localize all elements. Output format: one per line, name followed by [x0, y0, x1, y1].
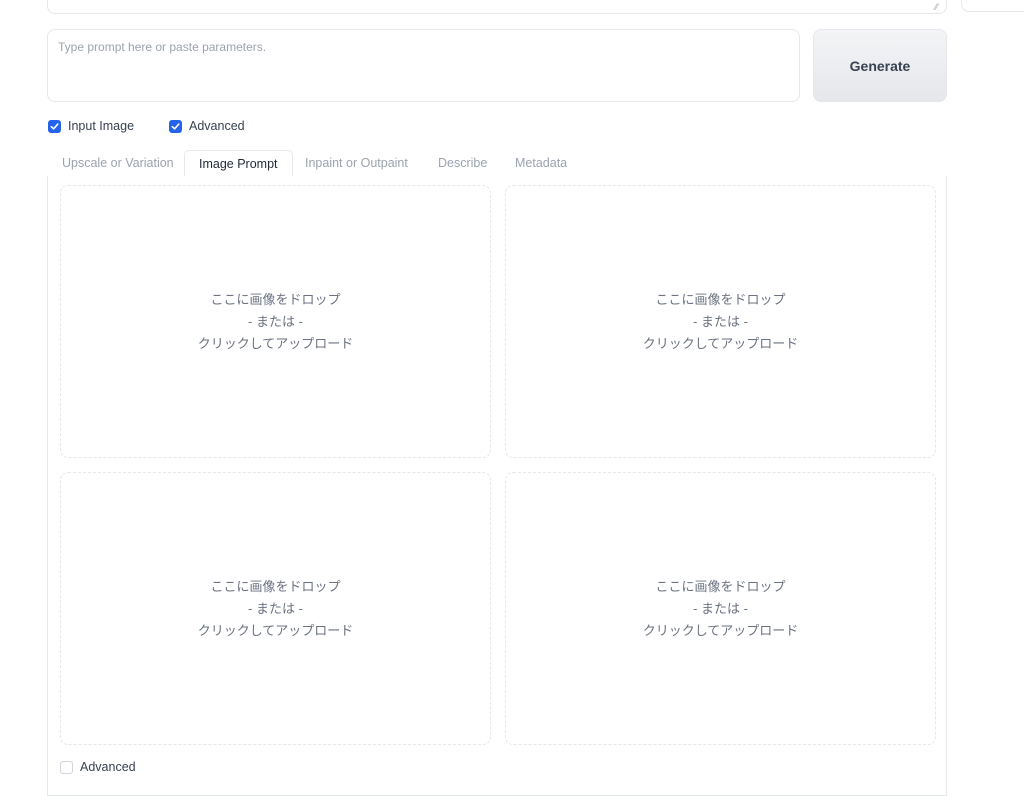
- upload-text: クリックしてアップロード: [197, 335, 354, 351]
- advanced-label: Advanced: [189, 119, 245, 133]
- options-row: Input Image Advanced: [48, 117, 280, 135]
- checkbox-unchecked-icon[interactable]: [60, 760, 73, 774]
- tab-upscale-or-variation[interactable]: Upscale or Variation: [48, 150, 188, 177]
- tab-bar: Upscale or Variation Image Prompt Inpain…: [47, 150, 947, 178]
- input-image-label: Input Image: [68, 119, 135, 133]
- image-prompt-advanced-checkbox[interactable]: Advanced: [60, 760, 136, 774]
- drop-text: ここに画像をドロップ: [210, 291, 341, 307]
- image-dropzone-1[interactable]: ここに画像をドロップ - または - クリックしてアップロード: [60, 185, 491, 458]
- image-prompt-advanced-label: Advanced: [80, 760, 136, 774]
- advanced-checkbox[interactable]: Advanced: [169, 119, 245, 133]
- upload-text: クリックしてアップロード: [642, 335, 799, 351]
- generate-button[interactable]: Generate: [813, 29, 947, 102]
- tab-inpaint-or-outpaint[interactable]: Inpaint or Outpaint: [291, 150, 422, 177]
- drop-text: ここに画像をドロップ: [210, 578, 341, 594]
- or-text: - または -: [248, 600, 303, 616]
- check-icon[interactable]: [169, 119, 183, 133]
- tab-image-prompt[interactable]: Image Prompt: [184, 150, 293, 178]
- upload-text: クリックしてアップロード: [197, 622, 354, 638]
- drop-text: ここに画像をドロップ: [655, 578, 786, 594]
- tab-describe[interactable]: Describe: [424, 150, 501, 177]
- tab-metadata[interactable]: Metadata: [501, 150, 581, 177]
- prompt-input[interactable]: [47, 29, 800, 102]
- image-dropzone-3[interactable]: ここに画像をドロップ - または - クリックしてアップロード: [60, 472, 491, 745]
- image-dropzone-4[interactable]: ここに画像をドロップ - または - クリックしてアップロード: [505, 472, 936, 745]
- drop-text: ここに画像をドロップ: [655, 291, 786, 307]
- or-text: - または -: [248, 313, 303, 329]
- image-dropzone-2[interactable]: ここに画像をドロップ - または - クリックしてアップロード: [505, 185, 936, 458]
- previous-textarea[interactable]: ⁄⁄: [47, 0, 947, 14]
- upload-text: クリックしてアップロード: [642, 622, 799, 638]
- right-edge-panel: [961, 0, 1024, 12]
- or-text: - または -: [693, 313, 748, 329]
- resize-handle-icon[interactable]: ⁄⁄: [935, 3, 943, 12]
- image-prompt-panel: ここに画像をドロップ - または - クリックしてアップロード ここに画像をドロ…: [47, 176, 947, 796]
- or-text: - または -: [693, 600, 748, 616]
- check-icon[interactable]: [48, 119, 61, 133]
- input-image-checkbox[interactable]: Input Image: [48, 119, 134, 133]
